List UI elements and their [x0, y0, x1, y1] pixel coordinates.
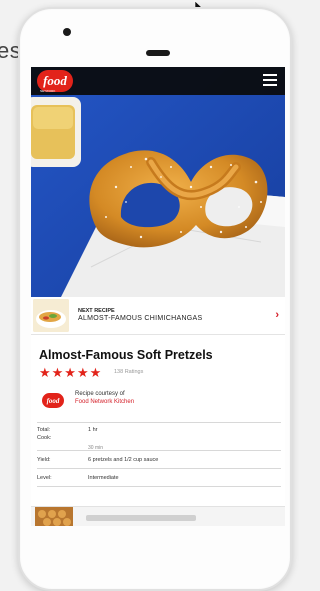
info-divider	[37, 486, 281, 488]
info-key: Yield:	[37, 457, 51, 463]
related-recipe-thumbnail	[35, 507, 73, 526]
phone-screen: food NETWORK NEXT RECIPE ALMOST-FAMOUS C…	[31, 67, 285, 526]
app-top-bar: food NETWORK	[31, 67, 285, 95]
front-camera	[63, 28, 71, 36]
next-recipe-title[interactable]: ALMOST-FAMOUS CHIMICHANGAS	[78, 315, 202, 322]
courtesy-source-link[interactable]: Food Network Kitchen	[75, 399, 134, 405]
recipe-title: Almost-Famous Soft Pretzels	[39, 348, 213, 362]
courtesy-label: Recipe courtesy of	[75, 391, 125, 397]
info-row-time: Total: 1 hr Cook: 30 min	[37, 422, 281, 451]
food-network-small-logo: food	[42, 393, 64, 408]
recipe-info-table: Total: 1 hr Cook: 30 min Yield: 6 pretze…	[37, 422, 281, 488]
logo-text: food	[43, 73, 67, 88]
info-value: 6 pretzels and 1/2 cup sauce	[88, 457, 159, 463]
related-recipe-strip[interactable]	[31, 506, 285, 526]
info-row-yield: Yield: 6 pretzels and 1/2 cup sauce	[37, 450, 281, 468]
ratings-count[interactable]: 138 Ratings	[114, 369, 143, 375]
hamburger-menu-icon[interactable]	[263, 74, 277, 88]
logo-subtext: NETWORK	[40, 89, 56, 93]
next-recipe-bar[interactable]: NEXT RECIPE ALMOST-FAMOUS CHIMICHANGAS ›	[31, 297, 285, 335]
info-key: Level:	[37, 475, 52, 481]
info-value: Intermediate	[88, 475, 119, 481]
pretzel-photo	[31, 67, 285, 297]
chevron-right-icon[interactable]: ›	[275, 309, 279, 321]
rating-stars[interactable]: ★★★★★	[39, 365, 102, 381]
phone-speaker	[146, 50, 170, 56]
hero-image: food NETWORK	[31, 67, 285, 297]
related-recipe-title-placeholder	[86, 515, 196, 521]
info-row-level: Level: Intermediate	[37, 468, 281, 486]
small-logo-text: food	[46, 396, 60, 405]
info-key: Cook:	[37, 435, 52, 441]
info-key: Total:	[37, 427, 51, 433]
info-value: 1 hr	[88, 427, 98, 433]
next-recipe-thumbnail	[33, 299, 69, 332]
next-recipe-label: NEXT RECIPE	[78, 308, 115, 314]
